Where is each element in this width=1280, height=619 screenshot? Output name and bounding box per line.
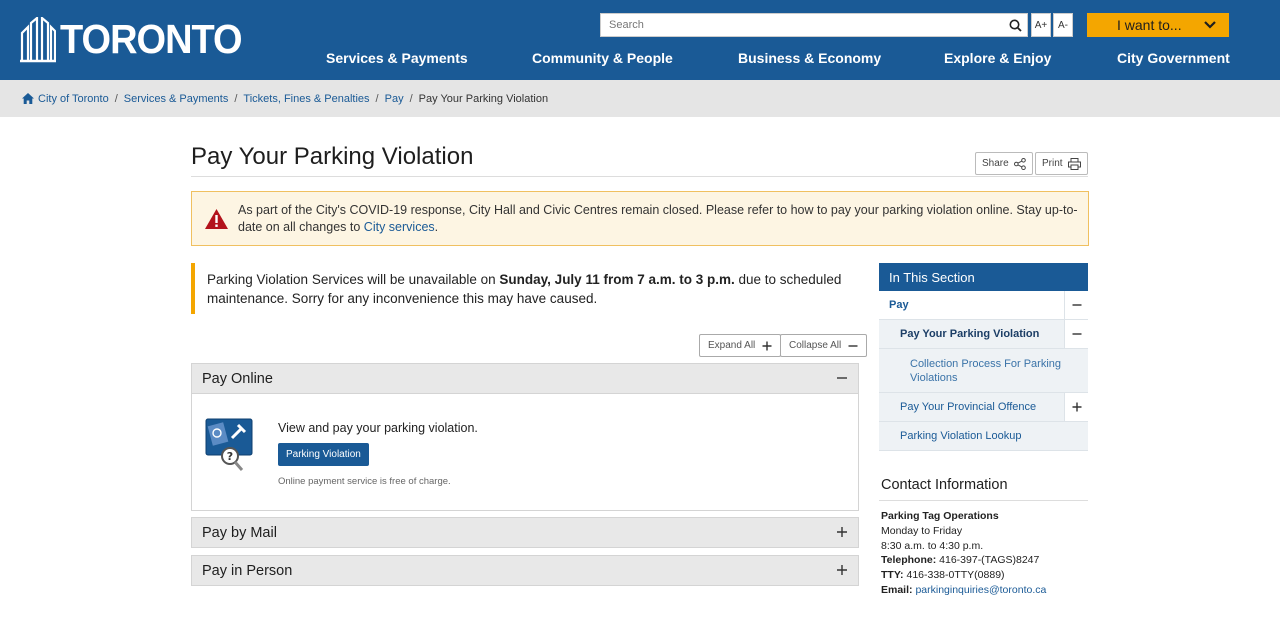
sidebar-item-label: Pay Your Parking Violation <box>900 328 1040 340</box>
search-icon <box>1009 19 1022 32</box>
accordion-title: Pay Online <box>202 370 273 387</box>
accordion-title: Pay in Person <box>202 562 293 579</box>
site-header: TORONTO A+ A- I want to... Services & Pa… <box>0 0 1280 80</box>
breadcrumb-services-payments[interactable]: Services & Payments <box>124 93 229 105</box>
contact-info: Parking Tag Operations Monday to Friday … <box>881 509 1046 598</box>
i-want-to-label: I want to... <box>1117 17 1182 33</box>
breadcrumb-current: Pay Your Parking Violation <box>418 92 549 105</box>
notice-date: Sunday, July 11 from 7 a.m. to 3 p.m. <box>499 271 735 287</box>
plus-icon <box>837 527 847 537</box>
maintenance-notice-text: Parking Violation Services will be unava… <box>207 270 859 308</box>
print-label: Print <box>1042 158 1063 169</box>
accordion-pay-in-person[interactable]: Pay in Person <box>191 555 859 586</box>
chevron-down-icon <box>1204 21 1216 29</box>
nav-explore-enjoy[interactable]: Explore & Enjoy <box>944 50 1051 68</box>
share-icon <box>1013 157 1026 170</box>
minus-icon <box>1072 333 1081 335</box>
minus-icon <box>848 344 858 347</box>
sidebar-collapse-toggle[interactable] <box>1064 291 1088 319</box>
collapse-all-label: Collapse All <box>789 340 842 351</box>
email-link[interactable]: parkinginquiries@toronto.ca <box>915 584 1046 596</box>
share-button[interactable]: Share <box>975 152 1033 175</box>
expand-all-label: Expand All <box>708 340 756 351</box>
contact-heading: Contact Information <box>881 477 1008 493</box>
printer-icon <box>1067 157 1081 170</box>
title-divider <box>191 176 1088 177</box>
city-hall-icon <box>20 17 56 63</box>
i-want-to-dropdown[interactable]: I want to... <box>1087 13 1229 37</box>
accordion-title: Pay by Mail <box>202 524 277 541</box>
accordion-pay-by-mail[interactable]: Pay by Mail <box>191 517 859 548</box>
breadcrumb-separator: / <box>114 92 118 105</box>
accordion-pay-online[interactable]: Pay Online <box>191 363 859 394</box>
contact-org: Parking Tag Operations <box>881 510 999 522</box>
parking-violation-button[interactable]: Parking Violation <box>278 443 369 466</box>
pay-online-note: Online payment service is free of charge… <box>278 476 451 487</box>
in-this-section-heading: In This Section <box>879 263 1088 291</box>
breadcrumb-separator: / <box>375 92 379 105</box>
sidebar-item-pay[interactable]: Pay <box>879 291 1088 320</box>
tty-value: 416-338-0TTY(0889) <box>906 569 1005 582</box>
search-input[interactable] <box>601 14 1003 36</box>
minus-icon <box>1072 304 1081 306</box>
sidebar-item-label: Collection Process For Parking Violation… <box>910 357 1062 384</box>
contact-hours: 8:30 a.m. to 4:30 p.m. <box>881 539 984 552</box>
telephone-value: 416-397-(TAGS)8247 <box>939 554 1040 567</box>
page-title: Pay Your Parking Violation <box>191 143 474 170</box>
breadcrumb-city-of-toronto[interactable]: City of Toronto <box>38 93 109 105</box>
tty-label: TTY: <box>881 569 904 582</box>
warning-icon <box>205 209 228 229</box>
sidebar-item-collection-process[interactable]: Collection Process For Parking Violation… <box>879 349 1088 393</box>
sidebar-collapse-toggle[interactable] <box>1064 320 1088 348</box>
print-button[interactable]: Print <box>1035 152 1088 175</box>
toronto-logo[interactable]: TORONTO <box>20 16 243 64</box>
contact-days: Monday to Friday <box>881 524 963 537</box>
font-decrease-button[interactable]: A- <box>1053 13 1073 37</box>
covid-alert-text: As part of the City's COVID-19 response,… <box>238 202 1088 236</box>
pay-online-panel: ? View and pay your parking violation. P… <box>191 394 859 511</box>
nav-city-government[interactable]: City Government <box>1117 50 1230 68</box>
sidebar-item-label: Parking Violation Lookup <box>900 430 1022 442</box>
breadcrumb-tickets-fines[interactable]: Tickets, Fines & Penalties <box>243 93 369 105</box>
svg-text:?: ? <box>227 450 233 463</box>
telephone-label: Telephone: <box>881 554 937 567</box>
breadcrumb-separator: / <box>234 92 238 105</box>
sidebar-item-label: Pay <box>889 299 909 311</box>
parking-ticket-search-icon: ? <box>205 418 253 471</box>
sidebar-item-pay-parking-violation[interactable]: Pay Your Parking Violation <box>879 320 1088 349</box>
breadcrumb: City of Toronto / Services & Payments / … <box>0 80 1280 117</box>
expand-all-button[interactable]: Expand All <box>699 334 782 357</box>
plus-icon <box>762 341 772 350</box>
pay-online-intro: View and pay your parking violation. <box>278 421 478 435</box>
city-services-link[interactable]: City services <box>364 220 435 234</box>
sidebar-item-violation-lookup[interactable]: Parking Violation Lookup <box>879 422 1088 451</box>
plus-icon <box>837 565 847 575</box>
search-box <box>600 13 1028 37</box>
home-icon <box>22 93 34 104</box>
sidebar-expand-toggle[interactable] <box>1064 393 1088 421</box>
plus-icon <box>1072 402 1081 412</box>
search-button[interactable] <box>1003 14 1027 36</box>
logo-wordmark: TORONTO <box>60 17 243 63</box>
covid-alert: As part of the City's COVID-19 response,… <box>191 191 1089 246</box>
nav-services-payments[interactable]: Services & Payments <box>326 50 468 68</box>
share-label: Share <box>982 158 1009 169</box>
contact-divider <box>879 500 1088 501</box>
nav-community-people[interactable]: Community & People <box>532 50 673 68</box>
font-increase-button[interactable]: A+ <box>1031 13 1051 37</box>
email-label: Email: <box>881 583 913 596</box>
breadcrumb-pay[interactable]: Pay <box>385 93 404 105</box>
notice-text-start: Parking Violation Services will be unava… <box>207 271 500 287</box>
minus-icon <box>837 377 847 379</box>
covid-alert-period: . <box>434 219 439 234</box>
collapse-all-button[interactable]: Collapse All <box>780 334 868 357</box>
sidebar-item-label: Pay Your Provincial Offence <box>900 401 1037 413</box>
breadcrumb-separator: / <box>409 92 413 105</box>
sidebar-item-provincial-offence[interactable]: Pay Your Provincial Offence <box>879 393 1088 422</box>
maintenance-notice: Parking Violation Services will be unava… <box>191 263 859 314</box>
nav-business-economy[interactable]: Business & Economy <box>738 50 881 68</box>
